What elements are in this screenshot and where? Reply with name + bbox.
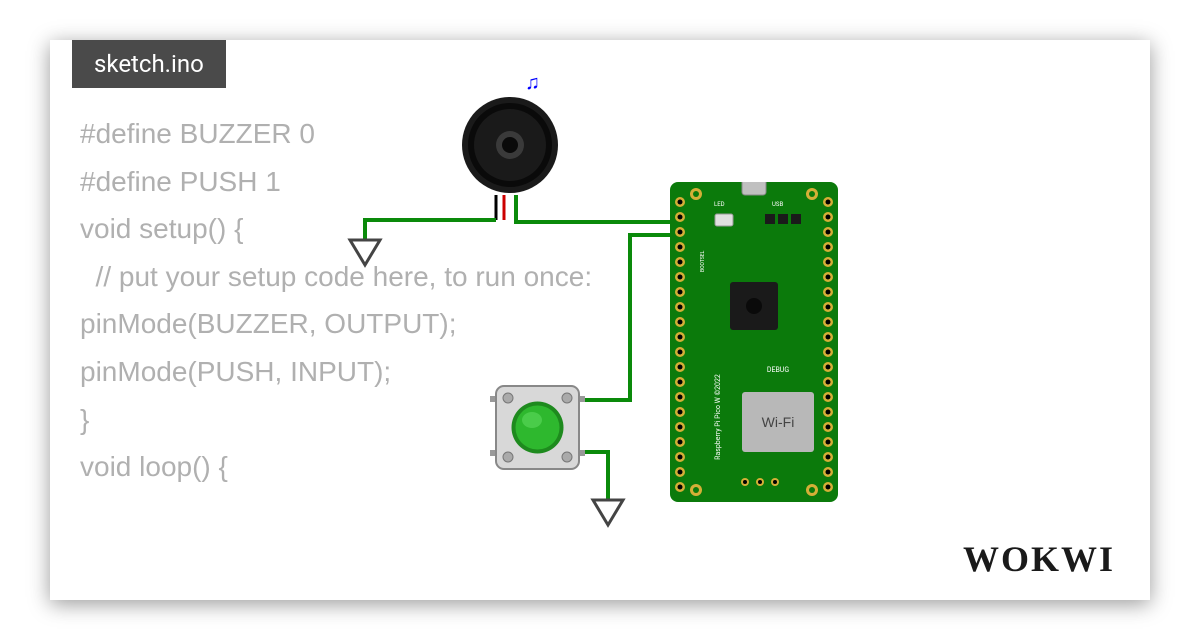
filename-label: sketch.ino xyxy=(94,50,204,78)
wire-buzzer-pico xyxy=(516,195,690,222)
debug-label: DEBUG xyxy=(767,366,789,374)
wire-button-gnd xyxy=(582,452,608,500)
wire-button-pico xyxy=(582,235,683,400)
gnd-symbol-2 xyxy=(593,500,623,525)
push-button-component[interactable] xyxy=(490,380,585,475)
file-tab[interactable]: sketch.ino xyxy=(72,40,226,88)
gnd-symbol-1 xyxy=(350,240,380,265)
board-name: Raspberry Pi Pico W ©2022 xyxy=(714,374,722,460)
raspberry-pi-pico-board[interactable]: Wi-Fi LED USB BOOTSEL DEBUG Raspberry Pi… xyxy=(670,182,838,502)
usb-label: USB xyxy=(772,201,783,208)
editor-card: sketch.ino #define BUZZER 0 #define PUSH… xyxy=(50,40,1150,600)
led-label: LED xyxy=(714,201,725,208)
wires-svg xyxy=(300,70,1000,570)
circuit-diagram: ♫ xyxy=(300,70,1000,570)
buzzer-component[interactable] xyxy=(460,95,560,195)
bootsel-label: BOOTSEL xyxy=(700,250,706,272)
wokwi-logo: WOKWI xyxy=(963,538,1115,580)
wire-gnd1 xyxy=(365,220,496,240)
wifi-label: Wi-Fi xyxy=(762,414,795,430)
